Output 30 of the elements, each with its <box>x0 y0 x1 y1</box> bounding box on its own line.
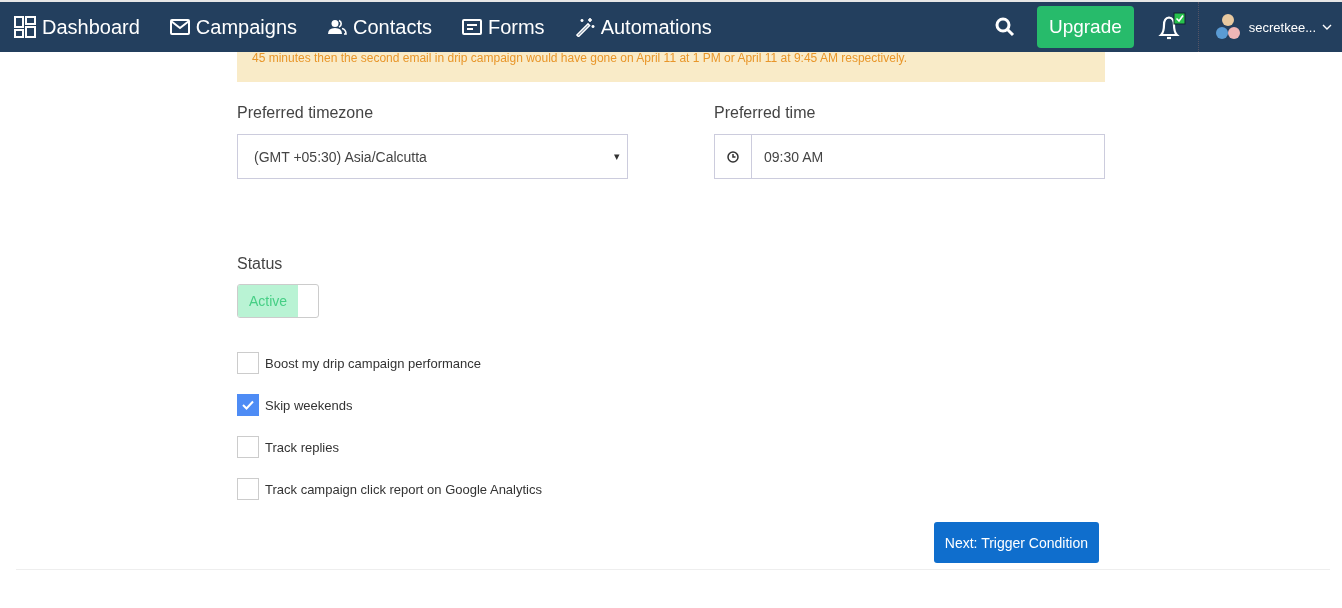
username: secretkee... <box>1248 19 1316 35</box>
nav-link[interactable]: Contacts <box>327 15 432 39</box>
check-icon <box>242 400 254 410</box>
caret-icon: ▾ <box>614 150 620 163</box>
checkbox[interactable] <box>237 394 259 416</box>
magic-wand-icon <box>574 17 595 37</box>
checkbox-label: Skip weekends <box>265 397 353 413</box>
form-icon <box>461 19 482 35</box>
nav-link[interactable]: Dashboard <box>14 15 140 39</box>
nav-link[interactable]: Automations <box>574 15 712 39</box>
checkbox-label: Track replies <box>265 439 339 455</box>
field-label: Preferred timezone <box>237 104 375 122</box>
checkbox[interactable] <box>237 436 259 458</box>
checkbox[interactable] <box>237 352 259 374</box>
chevron-down-icon <box>1322 23 1332 31</box>
mail-icon <box>169 19 190 35</box>
next-button[interactable]: Next: Trigger Condition <box>933 522 1099 563</box>
checkbox[interactable] <box>237 478 259 500</box>
checkbox-label: Boost my drip campaign performance <box>265 355 482 371</box>
nav-link[interactable]: Campaigns <box>169 15 297 39</box>
field-label: Status <box>237 255 284 273</box>
checkbox-label: Track campaign click report on Google Analytics <box>265 481 542 497</box>
field-label: Preferred time <box>714 104 817 122</box>
dashboard-icon <box>14 16 36 38</box>
user-menu[interactable]: secretkee... <box>1212 12 1342 42</box>
warning-alert: 45 minutes then the second email in drip campaign would have gone on April 11 at 1 PM or April 11 at 9:45 AM respectively. <box>237 52 1105 82</box>
timezone-select[interactable]: (GMT +05:30) Asia/Calcutta ▾ <box>237 134 628 179</box>
people-icon <box>327 19 347 35</box>
search-icon[interactable] <box>994 17 1015 37</box>
nav-link[interactable]: Forms <box>461 15 545 39</box>
